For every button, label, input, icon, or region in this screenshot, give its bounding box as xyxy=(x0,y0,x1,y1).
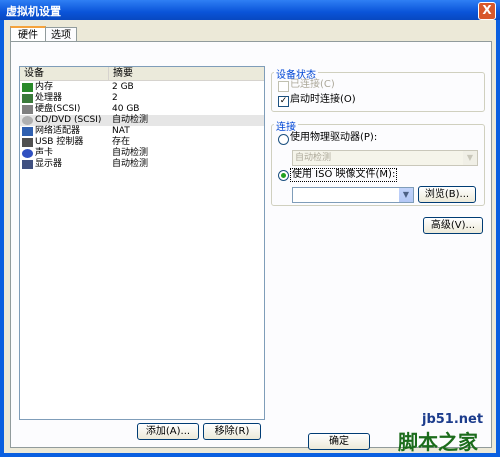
device-row[interactable]: 处理器 2 xyxy=(20,93,264,104)
physical-drive-select[interactable]: 自动检测 ▼ xyxy=(292,150,478,166)
device-row[interactable]: 显示器 自动检测 xyxy=(20,159,264,170)
device-row[interactable]: 硬盘(SCSI) 40 GB xyxy=(20,104,264,115)
title-bar[interactable]: 虚拟机设置 X xyxy=(0,0,500,20)
display-icon xyxy=(22,160,33,169)
processor-icon xyxy=(22,94,33,103)
connected-checkbox[interactable] xyxy=(278,81,289,92)
connection-label: 连接 xyxy=(274,118,298,133)
column-header-summary[interactable]: 摘要 xyxy=(108,67,263,80)
device-name: CD/DVD (SCSI) xyxy=(35,115,102,125)
watermark-site: jb51.net xyxy=(422,412,484,427)
usb-controller-icon xyxy=(22,138,33,147)
device-summary: 2 xyxy=(112,93,118,103)
device-summary: 40 GB xyxy=(112,104,140,114)
hard-disk-icon xyxy=(22,105,33,114)
device-name: USB 控制器 xyxy=(35,137,84,147)
device-summary: 自动检测 xyxy=(112,159,149,169)
device-row[interactable]: 网络适配器 NAT xyxy=(20,126,264,137)
device-list-header: 设备 摘要 xyxy=(20,67,264,81)
device-summary: 2 GB xyxy=(112,82,134,92)
device-name: 内存 xyxy=(35,82,54,92)
connect-at-power-on-label: 启动时连接(O) xyxy=(290,94,356,105)
close-button[interactable]: X xyxy=(478,2,496,20)
window-title: 虚拟机设置 xyxy=(6,5,61,18)
watermark-name: 脚本之家 xyxy=(398,430,478,454)
iso-image-label: 使用 ISO 映像文件(M): xyxy=(290,168,398,182)
physical-drive-radio[interactable] xyxy=(278,134,289,145)
memory-icon xyxy=(22,83,33,92)
device-summary: 自动检测 xyxy=(112,148,149,158)
physical-drive-select-value: 自动检测 xyxy=(295,153,332,163)
browse-button[interactable]: 浏览(B)... xyxy=(418,186,476,203)
chevron-down-icon[interactable]: ▼ xyxy=(399,188,413,202)
dialog-window: 虚拟机设置 X 硬件 选项 设备 摘要 内存 2 GB 处理器 2 硬盘(SCSI) 40… xyxy=(0,0,500,457)
device-row[interactable]: USB 控制器 存在 xyxy=(20,137,264,148)
ok-button[interactable]: 确定 xyxy=(308,433,370,450)
column-header-device[interactable]: 设备 xyxy=(20,67,108,80)
cd-dvd-icon xyxy=(22,116,33,125)
connection-group: 连接 使用物理驱动器(P): 自动检测 ▼ 使用 ISO 映像文件(M): ▼ … xyxy=(271,118,485,206)
device-row[interactable]: 声卡 自动检测 xyxy=(20,148,264,159)
device-status-group: 设备状态 已连接(C) ✓ 启动时连接(O) xyxy=(271,66,485,112)
radio-dot-icon xyxy=(281,173,286,178)
device-row[interactable]: CD/DVD (SCSI) 自动检测 xyxy=(20,115,264,126)
device-summary: 自动检测 xyxy=(112,115,149,125)
advanced-button[interactable]: 高级(V)... xyxy=(423,217,483,234)
device-name: 声卡 xyxy=(35,148,54,158)
device-summary: NAT xyxy=(112,126,130,136)
physical-drive-label: 使用物理驱动器(P): xyxy=(290,132,378,143)
hardware-tab-panel: 设备 摘要 内存 2 GB 处理器 2 硬盘(SCSI) 40 GB CD/DVD (SCS… xyxy=(10,41,492,448)
connected-label: 已连接(C) xyxy=(290,79,335,90)
iso-image-radio[interactable] xyxy=(278,170,289,181)
device-summary: 存在 xyxy=(112,137,131,147)
device-list[interactable]: 设备 摘要 内存 2 GB 处理器 2 硬盘(SCSI) 40 GB CD/DVD (SCS… xyxy=(19,66,265,420)
device-name: 硬盘(SCSI) xyxy=(35,104,81,114)
iso-image-path-combo[interactable]: ▼ xyxy=(292,187,414,203)
connect-at-power-on-checkbox[interactable]: ✓ xyxy=(278,96,289,107)
device-name: 处理器 xyxy=(35,93,63,103)
device-name: 网络适配器 xyxy=(35,126,81,136)
dialog-client: 硬件 选项 设备 摘要 内存 2 GB 处理器 2 硬盘(SCSI) 40 GB CD/DV… xyxy=(4,20,496,453)
sound-card-icon xyxy=(22,149,33,158)
device-name: 显示器 xyxy=(35,159,63,169)
chevron-down-icon[interactable]: ▼ xyxy=(463,151,477,165)
device-row[interactable]: 内存 2 GB xyxy=(20,82,264,93)
network-adapter-icon xyxy=(22,127,33,136)
add-device-button[interactable]: 添加(A)... xyxy=(137,423,199,440)
checkmark-icon: ✓ xyxy=(279,96,288,106)
remove-device-button[interactable]: 移除(R) xyxy=(203,423,261,440)
